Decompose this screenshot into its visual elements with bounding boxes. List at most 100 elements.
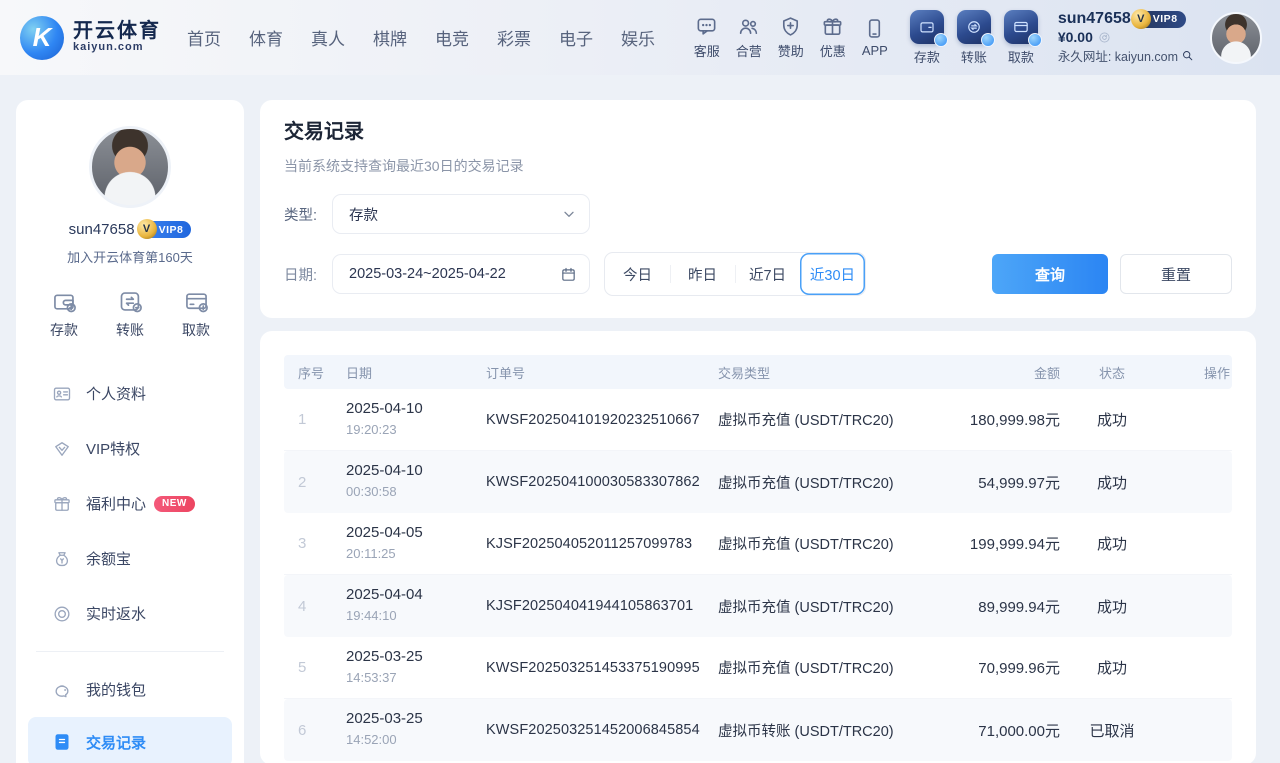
range-today-button[interactable]: 今日: [605, 253, 670, 295]
deposit-badge-icon: [934, 33, 948, 47]
vip-level: VIP8: [1153, 13, 1178, 25]
piggy-bank-icon: [52, 680, 72, 700]
row-status: 成功: [1062, 472, 1162, 493]
partnership-label: 合营: [736, 41, 762, 60]
nav-item-lottery[interactable]: 彩票: [497, 25, 531, 50]
brand-domain: kaiyun.com: [73, 42, 161, 54]
welfare-icon: [52, 494, 72, 514]
customer-service-icon: [695, 15, 718, 38]
search-icon[interactable]: [1181, 49, 1194, 62]
withdraw-label: 取款: [1008, 47, 1034, 66]
wallet-withdraw-icon: [183, 288, 210, 315]
sidebar-item-vip[interactable]: VIP特权: [16, 421, 244, 476]
row-transaction-type: 虚拟币转账 (USDT/TRC20): [704, 720, 959, 741]
row-time-value: 14:52:00: [346, 732, 397, 747]
reset-button[interactable]: 重置: [1120, 254, 1232, 294]
sidebar-vip-v-icon: V: [137, 219, 157, 239]
row-amount: 71,000.00元: [959, 720, 1062, 741]
row-amount: 54,999.97元: [959, 472, 1062, 493]
joined-days: 加入开云体育第160天: [16, 247, 244, 266]
page-content: sun47658 V VIP8 加入开云体育第160天 存款 转账 取款: [0, 75, 1280, 763]
partnership-link[interactable]: 合营: [736, 15, 762, 60]
row-date-value: 2025-04-10: [346, 462, 423, 479]
wallet-transfer-icon: [117, 288, 144, 315]
transfer-shortcut[interactable]: 转账: [957, 10, 991, 66]
row-status: 成功: [1062, 533, 1162, 554]
app-icon: [863, 17, 886, 40]
main-panel: 交易记录 当前系统支持查询最近30日的交易记录 类型: 存款 日期: 2025-…: [260, 100, 1256, 763]
date-range-input[interactable]: 2025-03-24~2025-04-22: [332, 254, 590, 294]
nav-item-sports[interactable]: 体育: [249, 25, 283, 50]
transfer-3d-icon: [957, 10, 991, 44]
row-date: 2025-04-0419:44:10: [332, 585, 472, 627]
nav-item-esports[interactable]: 电竞: [435, 25, 469, 50]
col-seq: 序号: [284, 363, 332, 382]
row-order-number: KWSF202504101920232510667: [472, 412, 704, 428]
sidebar-item-rebate[interactable]: 实时返水: [16, 586, 244, 641]
table-row: 1 2025-04-1019:20:23 KWSF202504101920232…: [284, 389, 1232, 451]
range-30days-button[interactable]: 近30日: [800, 253, 865, 295]
sidebar-item-label: 我的钱包: [86, 679, 146, 700]
row-date-value: 2025-04-05: [346, 524, 423, 541]
sidebar-item-label: 交易记录: [86, 732, 146, 753]
nav-item-home[interactable]: 首页: [187, 25, 221, 50]
table-header: 序号 日期 订单号 交易类型 金额 状态 操作: [284, 355, 1232, 389]
refresh-icon[interactable]: [1098, 31, 1111, 44]
range-yesterday-button[interactable]: 昨日: [670, 253, 735, 295]
page-subtitle: 当前系统支持查询最近30日的交易记录: [284, 156, 1232, 176]
row-date-value: 2025-04-04: [346, 586, 423, 603]
username[interactable]: sun47658: [1058, 10, 1131, 28]
nav-item-entertainment[interactable]: 娱乐: [621, 25, 655, 50]
table-row: 5 2025-03-2514:53:37 KWSF202503251453375…: [284, 637, 1232, 699]
sidebar-transfer-action[interactable]: 转账: [116, 288, 144, 340]
row-date: 2025-04-1000:30:58: [332, 461, 472, 503]
sidebar-avatar[interactable]: [89, 126, 171, 208]
sidebar-withdraw-label: 取款: [182, 320, 210, 340]
table-row: 6 2025-03-2514:52:00 KWSF202503251452006…: [284, 699, 1232, 761]
sponsor-link[interactable]: 赞助: [778, 15, 804, 60]
col-status: 状态: [1062, 363, 1162, 382]
withdraw-3d-icon: [1004, 10, 1038, 44]
row-seq: 1: [284, 411, 332, 428]
sidebar-item-label: 福利中心: [86, 493, 146, 514]
brand-logo-icon: K: [20, 16, 64, 60]
col-date: 日期: [332, 363, 472, 382]
row-date: 2025-03-2514:53:37: [332, 647, 472, 689]
row-transaction-type: 虚拟币充值 (USDT/TRC20): [704, 657, 959, 678]
topbar: K 开云体育 kaiyun.com 首页 体育 真人 棋牌 电竞 彩票 电子 娱…: [0, 0, 1280, 75]
app-label: APP: [862, 43, 888, 58]
sidebar-deposit-action[interactable]: 存款: [50, 288, 78, 340]
sidebar-item-label: 实时返水: [86, 603, 146, 624]
promo-link[interactable]: 优惠: [820, 15, 846, 60]
row-date-value: 2025-03-25: [346, 648, 423, 665]
query-button[interactable]: 查询: [992, 254, 1108, 294]
sidebar-menu: 个人资料 VIP特权 福利中心 NEW 余额宝 实时返水 我: [16, 366, 244, 763]
sidebar-item-wallet[interactable]: 我的钱包: [16, 662, 244, 717]
type-select[interactable]: 存款: [332, 194, 590, 234]
table-row: 4 2025-04-0419:44:10 KJSF202504041944105…: [284, 575, 1232, 637]
row-order-number: KJSF202504052011257099783: [472, 536, 704, 552]
partnership-icon: [737, 15, 760, 38]
avatar[interactable]: [1210, 12, 1262, 64]
sidebar-item-transaction-records[interactable]: 交易记录: [28, 717, 232, 763]
user-info: sun47658 V VIP8 ¥0.00 永久网址: kaiyun.com: [1058, 10, 1194, 65]
records-table-card: 序号 日期 订单号 交易类型 金额 状态 操作 1 2025-04-1019:2…: [260, 331, 1256, 763]
deposit-shortcut[interactable]: 存款: [910, 10, 944, 66]
nav-item-live[interactable]: 真人: [311, 25, 345, 50]
row-transaction-type: 虚拟币充值 (USDT/TRC20): [704, 533, 959, 554]
sidebar-item-profile[interactable]: 个人资料: [16, 366, 244, 421]
table-row: 3 2025-04-0520:11:25 KJSF202504052011257…: [284, 513, 1232, 575]
customer-service-link[interactable]: 客服: [694, 15, 720, 60]
brand-text: 开云体育 kaiyun.com: [73, 21, 161, 54]
nav-item-slots[interactable]: 电子: [559, 25, 593, 50]
nav-item-chess[interactable]: 棋牌: [373, 25, 407, 50]
permanent-url: 永久网址: kaiyun.com: [1058, 46, 1178, 65]
sidebar-withdraw-action[interactable]: 取款: [182, 288, 210, 340]
sidebar-item-welfare[interactable]: 福利中心 NEW: [16, 476, 244, 531]
range-7days-button[interactable]: 近7日: [735, 253, 800, 295]
sidebar-item-yuebao[interactable]: 余额宝: [16, 531, 244, 586]
withdraw-shortcut[interactable]: 取款: [1004, 10, 1038, 66]
brand-logo[interactable]: K 开云体育 kaiyun.com: [20, 16, 161, 60]
app-link[interactable]: APP: [862, 17, 888, 58]
transaction-record-icon: [52, 732, 72, 752]
